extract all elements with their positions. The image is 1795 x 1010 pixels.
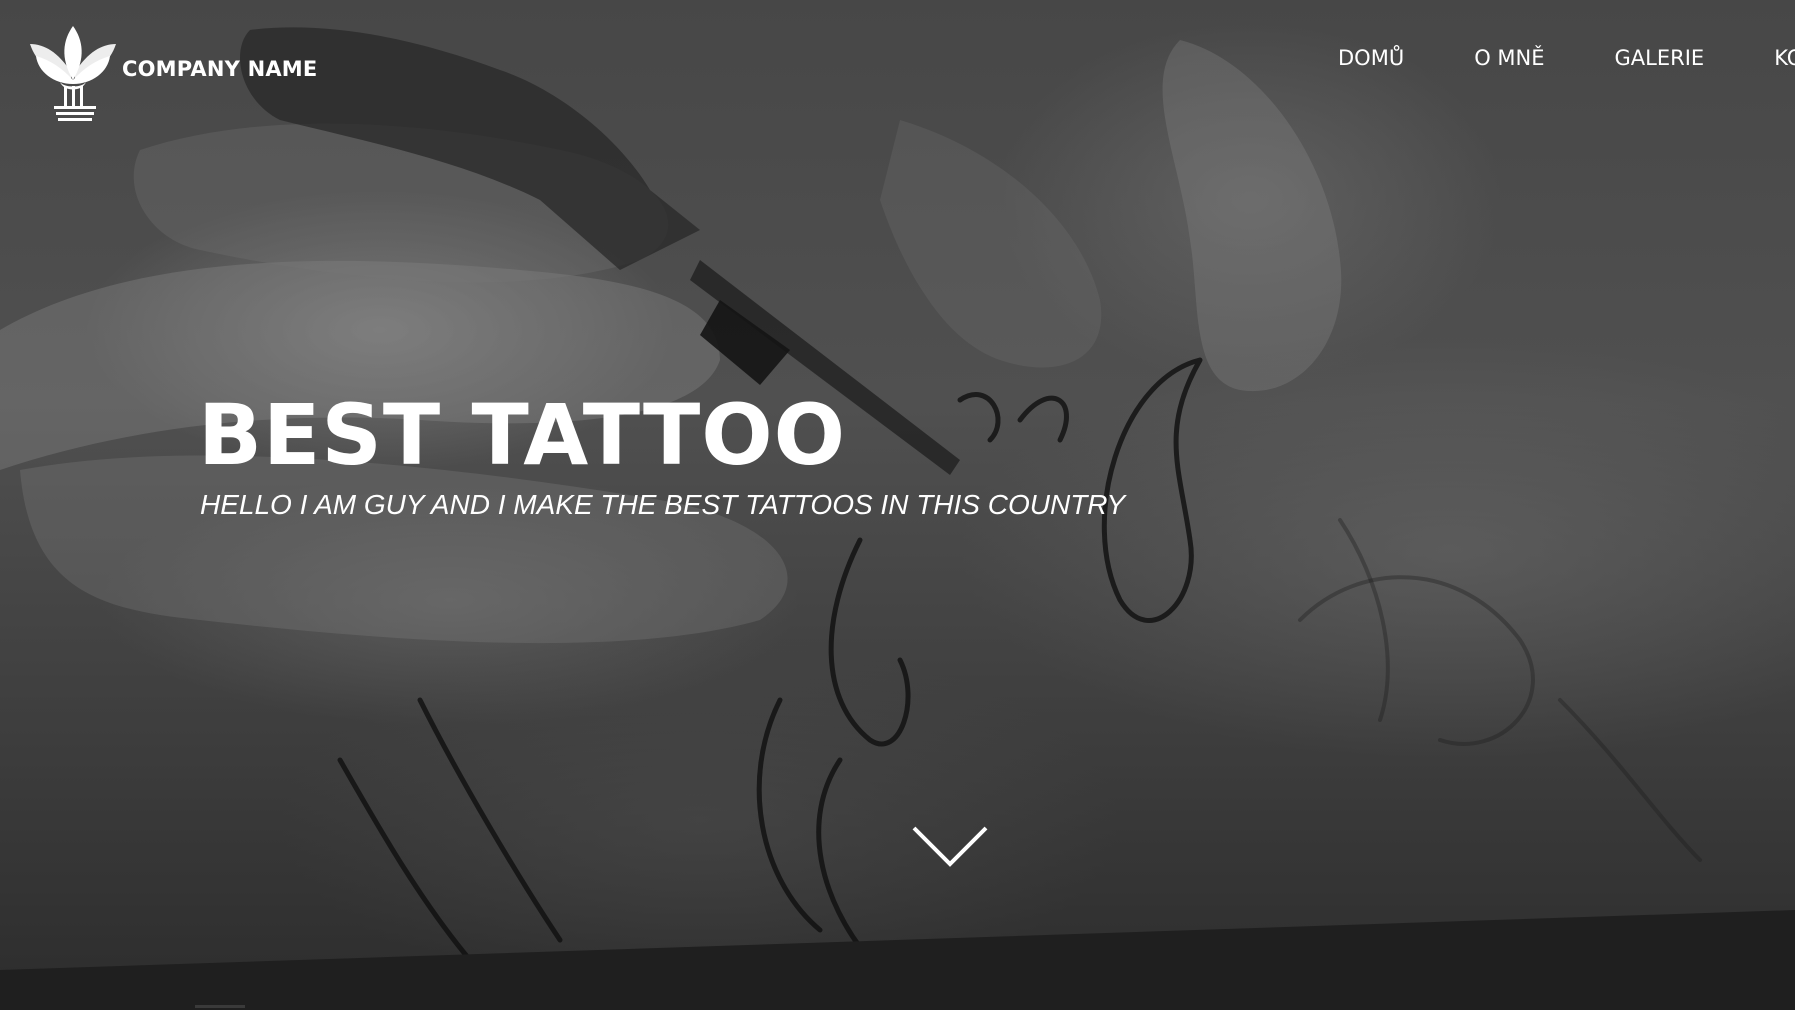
hero-subtitle: HELLO I AM GUY AND I MAKE THE BEST TATTO… (200, 489, 1126, 520)
nav-item-contact[interactable]: KO (1774, 46, 1795, 70)
next-section-hint (195, 1005, 245, 1008)
brand[interactable]: COMPANY NAME (28, 22, 317, 122)
page: COMPANY NAME DOMŮ O MNĚ GALERIE KO BEST … (0, 0, 1795, 1010)
lotus-logo-icon (30, 26, 116, 121)
main-nav: DOMŮ O MNĚ GALERIE KO (1338, 46, 1795, 70)
nav-item-home[interactable]: DOMŮ (1338, 46, 1404, 70)
chevron-down-icon[interactable] (910, 822, 990, 872)
nav-item-gallery[interactable]: GALERIE (1615, 46, 1705, 70)
hero-title: BEST TATTOO (198, 386, 847, 484)
nav-item-about[interactable]: O MNĚ (1474, 46, 1544, 70)
brand-name: COMPANY NAME (122, 57, 318, 81)
